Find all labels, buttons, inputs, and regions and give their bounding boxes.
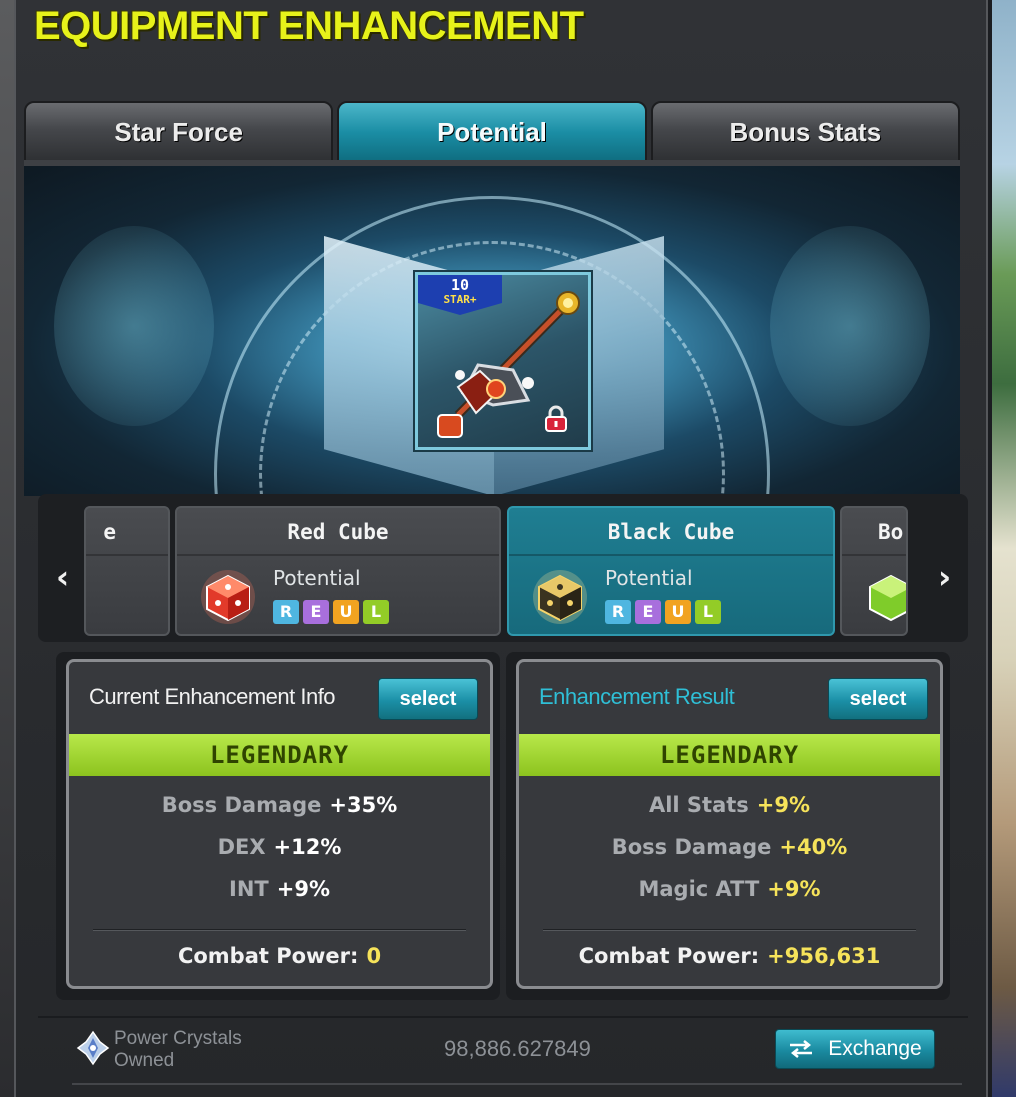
black-cube-icon (533, 570, 587, 624)
potential-lines: Boss Damage +35% DEX +12% INT +9% (69, 790, 490, 916)
stat-label: Boss Damage (611, 835, 772, 859)
potential-line: INT +9% (69, 874, 490, 916)
panel-header: Enhancement Result (539, 684, 735, 709)
potential-line: Boss Damage +35% (69, 790, 490, 832)
power-crystals-label-line2: Owned (114, 1050, 175, 1071)
cube-card-divider (177, 554, 499, 556)
glow-right (770, 226, 930, 426)
current-enhancement-panel: Current Enhancement Info select LEGENDAR… (66, 659, 493, 989)
potential-line: Boss Damage +40% (519, 832, 940, 874)
power-crystals-value: 98,886.627849 (444, 1036, 591, 1061)
grade-epic-badge: E (303, 600, 329, 624)
enhancement-result-panel: Enhancement Result select LEGENDARY All … (516, 659, 943, 989)
combat-power: Combat Power: 0 (69, 944, 490, 968)
power-crystals-label: Power Crystals Owned (114, 1028, 242, 1072)
divider (93, 929, 466, 931)
potential-line: DEX +12% (69, 832, 490, 874)
divider (543, 929, 916, 931)
potential-lines: All Stats +9% Boss Damage +40% Magic ATT +9… (519, 790, 940, 916)
stat-value: +35% (329, 793, 398, 817)
grade-rare-badge: R (273, 600, 299, 624)
grade-legendary-badge: L (363, 600, 389, 624)
lock-icon (545, 405, 567, 432)
cube-card-partial-left[interactable]: e (84, 506, 170, 636)
grade-badges: R E U L (273, 600, 389, 624)
bottom-divider (72, 1083, 962, 1085)
grade-banner: LEGENDARY (519, 734, 940, 776)
next-arrow-button[interactable]: › (938, 558, 951, 596)
cube-type-label: Potential (605, 566, 693, 590)
cube-type-label: Potential (273, 566, 361, 590)
panel-header: Current Enhancement Info (89, 684, 336, 709)
cube-card-black-cube[interactable]: Black Cube Potential R E U L (507, 506, 835, 636)
game-background-strip (988, 0, 1016, 1097)
combat-power-label: Combat Power: (177, 944, 359, 968)
cube-card-red-cube[interactable]: Red Cube Potential R E U L (175, 506, 501, 636)
combat-power-label: Combat Power: (578, 944, 760, 968)
combat-power-value: 0 (366, 944, 382, 968)
exchange-button[interactable]: Exchange (775, 1029, 935, 1069)
tab-potential[interactable]: Potential (337, 101, 647, 163)
footer-divider (38, 1016, 968, 1018)
prev-arrow-button[interactable]: ‹ (56, 558, 69, 596)
left-edge (0, 0, 14, 1097)
glow-left (54, 226, 214, 426)
star-badge-number: 10 (450, 276, 470, 294)
grade-epic-badge: E (635, 600, 661, 624)
stat-value: +40% (779, 835, 848, 859)
combat-power-value: +956,631 (767, 944, 881, 968)
power-crystal-icon (76, 1030, 110, 1066)
window-title: EQUIPMENT ENHANCEMENT (34, 4, 584, 48)
select-button[interactable]: select (828, 678, 928, 720)
potential-line: Magic ATT +9% (519, 874, 940, 916)
stat-value: +12% (273, 835, 342, 859)
exchange-label: Exchange (828, 1037, 922, 1060)
cube-card-name: Black Cube (607, 520, 735, 544)
star-badge-text: STAR+ (443, 293, 477, 306)
cube-card-divider (509, 554, 833, 556)
potential-line: All Stats +9% (519, 790, 940, 832)
grade-badges: R E U L (605, 600, 721, 624)
stat-label: Magic ATT (638, 877, 760, 901)
red-cube-icon (201, 570, 255, 624)
tab-bonus-stats[interactable]: Bonus Stats (650, 101, 960, 163)
stat-label: INT (229, 877, 269, 901)
grade-unique-badge: U (333, 600, 359, 624)
stat-value: +9% (756, 793, 811, 817)
stat-label: DEX (217, 835, 266, 859)
cube-card-divider (842, 554, 906, 556)
combat-power: Combat Power: +956,631 (519, 944, 940, 968)
stat-label: All Stats (648, 793, 749, 817)
stat-label: Boss Damage (161, 793, 322, 817)
tab-bar: Star Force Potential Bonus Stats (24, 101, 960, 163)
grade-unique-badge: U (665, 600, 691, 624)
swap-arrows-icon (790, 1040, 813, 1058)
power-crystals-label-line1: Power Crystals (114, 1028, 242, 1049)
select-button[interactable]: select (378, 678, 478, 720)
stat-value: +9% (276, 877, 330, 901)
cube-card-name: e (103, 520, 116, 544)
cube-card-divider (86, 554, 168, 556)
grade-legendary-badge: L (695, 600, 721, 624)
tab-star-force[interactable]: Star Force (24, 101, 334, 163)
grade-banner: LEGENDARY (69, 734, 490, 776)
grade-rare-badge: R (605, 600, 631, 624)
stat-value: +9% (767, 877, 821, 901)
cube-card-name: Bo (878, 520, 904, 544)
cube-card-name: Red Cube (287, 520, 389, 544)
cube-card-partial-right[interactable]: Bo (840, 506, 908, 636)
green-cube-icon (869, 574, 906, 622)
